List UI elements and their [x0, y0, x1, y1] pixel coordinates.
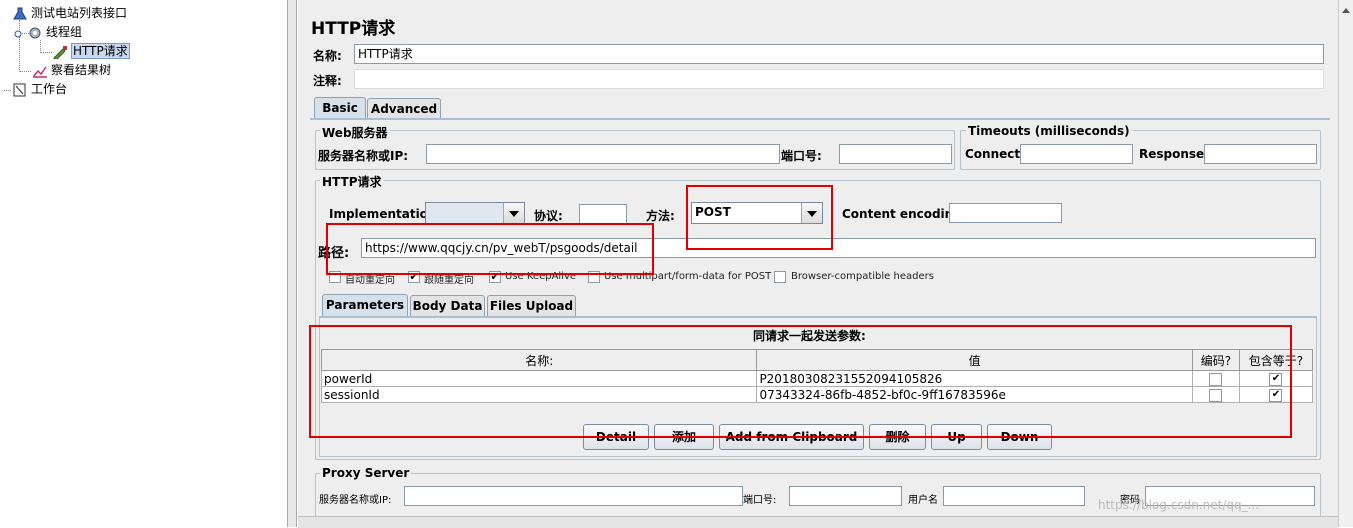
annotation-box-method: [686, 185, 833, 250]
server-field[interactable]: [426, 144, 780, 164]
annotation-box-path: [326, 223, 654, 275]
browser-headers-checkbox[interactable]: [774, 271, 786, 283]
http-request-title: HTTP请求: [320, 173, 384, 190]
tree-expand-icon[interactable]: [14, 26, 24, 40]
tree-node-label: 工作台: [31, 82, 68, 96]
proxy-user-field[interactable]: [943, 486, 1085, 506]
comment-field[interactable]: [354, 69, 1324, 89]
tab-advanced[interactable]: Advanced: [367, 98, 441, 119]
protocol-field[interactable]: [579, 204, 627, 224]
annotation-box-parameters: [309, 325, 1292, 438]
flask-icon: [12, 7, 28, 21]
page-title: HTTP请求: [311, 19, 396, 39]
tab-body-data[interactable]: Body Data: [410, 295, 485, 316]
implementation-select[interactable]: [425, 202, 525, 224]
tree-node-thread-group[interactable]: 线程组: [14, 23, 82, 41]
content-encoding-field[interactable]: [949, 203, 1062, 223]
gear-icon: [27, 26, 43, 40]
dropper-icon: [52, 45, 68, 61]
comment-label: 注释:: [313, 74, 342, 88]
http-request-panel: HTTP请求 名称: HTTP请求 注释: Basic Advanced Web…: [298, 0, 1338, 528]
method-label: 方法:: [646, 209, 675, 223]
tab-basic[interactable]: Basic: [314, 97, 366, 119]
tree-node-test-plan[interactable]: 测试电站列表接口: [12, 4, 127, 22]
response-label: Response:: [1139, 147, 1209, 161]
response-field[interactable]: [1204, 144, 1317, 164]
proxy-server-title: Proxy Server: [320, 466, 412, 480]
tree-node-view-results-tree[interactable]: 察看结果树: [32, 61, 111, 79]
name-field[interactable]: HTTP请求: [354, 44, 1324, 64]
chart-icon: [32, 64, 48, 78]
proxy-server-field[interactable]: [404, 486, 743, 506]
tree-node-label: 测试电站列表接口: [31, 6, 128, 20]
tree-node-http-request[interactable]: HTTP请求: [52, 42, 130, 61]
server-label: 服务器名称或IP:: [318, 149, 409, 163]
connect-label: Connect:: [965, 147, 1025, 161]
name-label: 名称:: [313, 49, 342, 63]
splitter[interactable]: [287, 0, 297, 527]
connect-field[interactable]: [1020, 144, 1133, 164]
browser-headers-label: Browser-compatible headers: [791, 271, 934, 282]
tab-parameters[interactable]: Parameters: [322, 294, 408, 316]
protocol-label: 协议:: [534, 209, 563, 223]
content-encoding-label: Content encoding:: [842, 207, 967, 221]
tree-node-workbench[interactable]: 工作台: [12, 80, 67, 98]
test-plan-tree: 测试电站列表接口 线程组 HTTP请求 察看结果树 工作台: [0, 0, 287, 527]
web-server-title: Web服务器: [320, 124, 390, 141]
port-field[interactable]: [839, 144, 952, 164]
tree-node-label: HTTP请求: [71, 43, 130, 59]
proxy-port-label: 端口号:: [743, 495, 777, 506]
horizontal-scrollbar[interactable]: [298, 516, 1338, 528]
timeouts-title: Timeouts (milliseconds): [966, 124, 1132, 138]
tab-files-upload[interactable]: Files Upload: [487, 295, 576, 316]
watermark: https://blog.csdn.net/qq_...: [1098, 498, 1260, 512]
proxy-user-label: 用户名: [908, 495, 938, 506]
port-label: 端口号:: [781, 149, 822, 163]
vertical-scrollbar[interactable]: [1338, 0, 1353, 527]
tree-node-label: 线程组: [46, 25, 83, 39]
chevron-down-icon[interactable]: [503, 203, 524, 223]
proxy-server-label: 服务器名称或IP:: [319, 495, 392, 506]
proxy-port-field[interactable]: [789, 486, 902, 506]
workbench-icon: [12, 83, 28, 97]
tree-node-label: 察看结果树: [51, 63, 112, 77]
scroll-up-icon[interactable]: [1342, 8, 1350, 13]
